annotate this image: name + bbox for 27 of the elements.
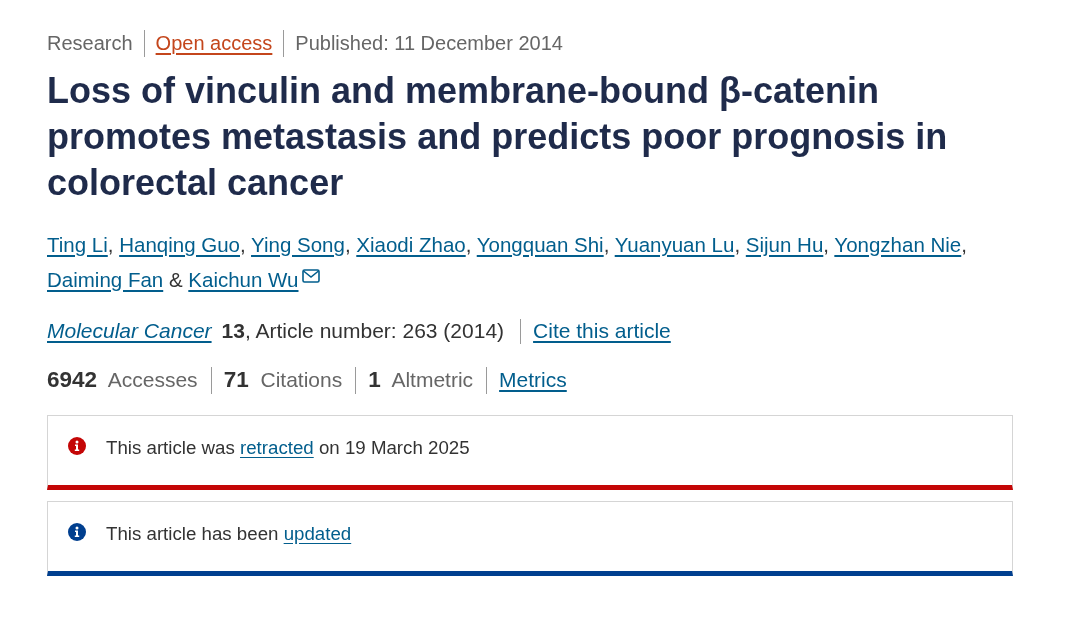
author-link[interactable]: Sijun Hu — [745, 233, 824, 256]
author-link[interactable]: Ying Song — [251, 233, 345, 256]
citation-text: Molecular Cancer 13, Article number: 263 (2014) — [47, 318, 505, 344]
author-link[interactable]: Yuanyuan Lu — [614, 233, 735, 256]
cite-link[interactable]: Cite this article — [533, 317, 671, 345]
author-link[interactable]: Hanqing Guo — [119, 233, 240, 256]
author-link[interactable]: Yongquan Shi — [476, 233, 604, 256]
header-label: Published: 11 December 2014 — [295, 31, 563, 56]
header-label: Research — [47, 31, 133, 56]
metric-count: 71 Citations — [223, 366, 343, 394]
notice-link[interactable]: retracted — [240, 436, 314, 458]
open-access-link[interactable]: Open access — [155, 29, 273, 57]
metric-count: 1 Altmetric — [368, 366, 474, 394]
notice-text: This article was retracted on 19 March 2025 — [106, 435, 470, 460]
author-link[interactable]: Ting Li — [47, 233, 108, 256]
author-link[interactable]: Yongzhan Nie — [834, 233, 962, 256]
envelope-icon[interactable] — [302, 269, 321, 283]
notice-text: This article has been updated — [106, 521, 352, 546]
author-link[interactable]: Xiaodi Zhao — [356, 233, 466, 256]
author-link[interactable]: Kaichun Wu — [188, 268, 299, 291]
author-link[interactable]: Daiming Fan — [47, 268, 164, 291]
journal-link[interactable]: Molecular Cancer — [47, 319, 212, 342]
author-list: Ting Li, Hanqing Guo, Ying Song, Xiaodi Zhao, Yongquan Shi, Yuanyuan Lu, Sijun Hu, Yongzhan Nie, Daiming Fan & Kaichun Wu — [47, 227, 1037, 297]
metric-count: 6942 Accesses — [47, 366, 198, 394]
metrics-link[interactable]: Metrics — [499, 366, 567, 394]
article-title: Loss of vinculin and membrane-bound β-catenin promotes metastasis and predicts poor prognosis in colorectal cancer — [47, 69, 949, 205]
notice-link[interactable]: updated — [283, 522, 352, 544]
